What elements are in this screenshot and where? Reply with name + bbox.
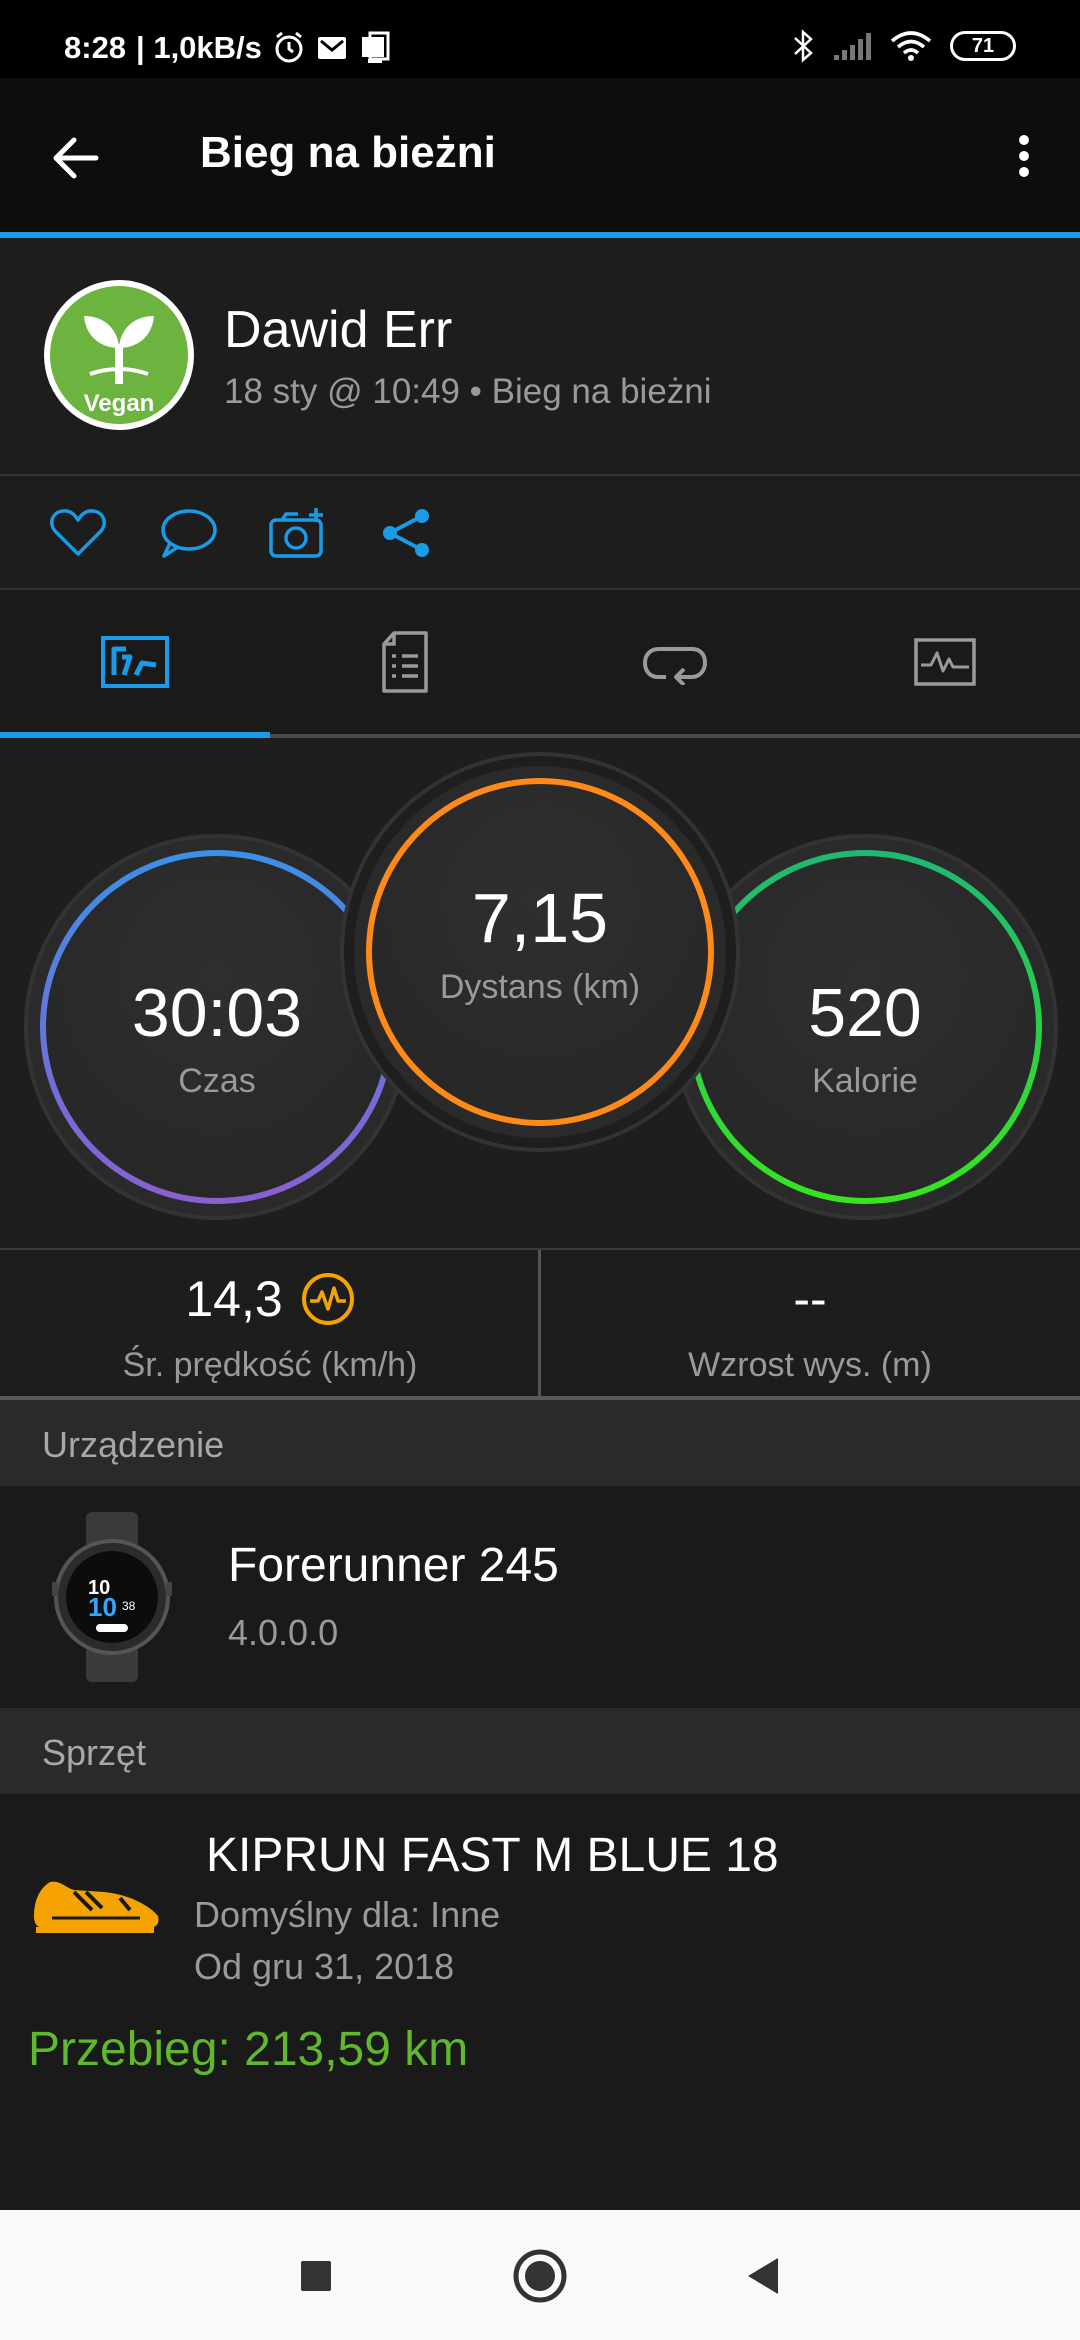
calories-label: Kalorie [812,1062,918,1100]
alarm-icon [272,31,306,65]
mail-icon [316,34,348,62]
distance-label: Dystans (km) [439,968,641,1006]
device-name: Forerunner 245 [228,1539,559,1592]
pace-chart-icon [301,1273,354,1325]
tab-overview[interactable] [0,590,270,734]
activity-header: Vegan Dawid Err 18 sty @ 10:49 • Bieg na… [0,238,1080,476]
stats-row: 14,3 Śr. prędkość (km/h) -- Wzrost wys. … [0,1250,1080,1400]
comment-button[interactable] [158,506,218,560]
page-title: Bieg na bieżni [200,128,496,177]
shoe-image [30,1870,162,1940]
watch-image: 10 10 38 [52,1512,172,1682]
activity-tabs [0,590,1080,738]
time-ring-stroke: 30:03 Czas [40,850,394,1204]
network-speed: | 1,0kB/s [136,30,262,65]
triangle-back-icon [748,2258,778,2294]
summary-rings: 30:03 Czas 520 Kalorie 7,15 Dystans (km) [0,738,1080,1250]
signal-icon [832,31,872,61]
vegan-logo: Vegan [50,286,188,424]
activity-meta: 18 sty @ 10:49 • Bieg na bieżni [224,372,712,411]
gear-row[interactable]: KIPRUN FAST M BLUE 18 Domyślny dla: Inne… [0,1794,1080,2210]
time-label: Czas [178,1062,256,1100]
system-nav-bar [0,2210,1080,2340]
back-button[interactable] [46,128,106,188]
elevation-value: -- [793,1271,827,1327]
wifi-icon [890,30,932,62]
heart-icon [50,509,106,556]
time-value: 30:03 [131,975,303,1051]
avatar[interactable]: Vegan [44,280,194,430]
avatar-label: Vegan [83,390,155,417]
system-back-button[interactable] [734,2248,794,2304]
more-vertical-icon [1019,135,1029,177]
user-name[interactable]: Dawid Err [224,300,452,360]
circle-icon [513,2249,567,2303]
elevation-stat: -- Wzrost wys. (m) [540,1250,1080,1396]
svg-text:38: 38 [122,1599,136,1613]
avg-speed-label: Śr. prędkość (km/h) [122,1346,418,1384]
device-row[interactable]: 10 10 38 Forerunner 245 4.0.0.0 [0,1486,1080,1708]
calories-value: 520 [808,975,922,1051]
device-version: 4.0.0.0 [228,1612,339,1653]
gear-since-date: Od gru 31, 2018 [194,1946,455,1987]
home-button[interactable] [510,2248,570,2304]
battery-indicator: 71 [950,31,1016,61]
tab-charts[interactable] [810,590,1080,734]
tab-details[interactable] [270,590,540,734]
loop-icon [642,647,708,685]
chart-icon [914,638,976,686]
distance-value: 7,15 [471,879,609,957]
gear-default-for: Domyślny dla: Inne [194,1894,501,1935]
camera-plus-icon [269,508,323,558]
avg-speed-value-row: 14,3 [0,1270,540,1328]
more-options-button[interactable] [1004,128,1044,188]
action-row [0,476,1080,590]
watch-icon: 10 10 38 [52,1512,172,1682]
calories-ring-stroke: 520 Kalorie [688,850,1042,1204]
share-button[interactable] [378,506,438,560]
speech-bubble-icon [161,509,217,558]
status-left: 8:28 | 1,0kB/s [64,30,392,66]
gear-section-header: Sprzęt [0,1708,1080,1794]
gear-name: KIPRUN FAST M BLUE 18 [206,1829,779,1882]
arrow-left-icon [53,137,99,179]
avg-speed-stat[interactable]: 14,3 Śr. prędkość (km/h) [0,1250,540,1396]
tab-laps[interactable] [540,590,810,734]
recents-button[interactable] [286,2248,346,2304]
elevation-label: Wzrost wys. (m) [688,1346,932,1384]
distance-ring: 7,15 Dystans (km) [354,766,726,1138]
status-time: 8:28 [64,30,127,65]
app-bar: Bieg na bieżni [0,78,1080,234]
status-bar: 8:28 | 1,0kB/s 71 [0,0,1080,78]
document-list-icon [382,631,428,693]
status-right: 71 [792,28,1016,64]
running-shoe-icon [34,1881,159,1933]
gear-section-title: Sprzęt [42,1732,147,1773]
distance-ring-stroke: 7,15 Dystans (km) [366,778,714,1126]
add-photo-button[interactable] [268,506,328,560]
device-section-title: Urządzenie [42,1424,225,1465]
square-icon [301,2261,331,2291]
time-ring: 30:03 Czas [28,838,406,1216]
share-icon [383,509,429,557]
calories-ring: 520 Kalorie [676,838,1054,1216]
like-button[interactable] [48,506,108,560]
device-sync-icon [358,31,392,65]
svg-text:10: 10 [88,1592,117,1622]
bluetooth-icon [792,28,814,64]
device-section-header: Urządzenie [0,1400,1080,1486]
avg-speed-value: 14,3 [185,1271,283,1327]
gear-mileage: Przebieg: 213,59 km [28,2023,469,2076]
overview-icon [101,636,169,688]
